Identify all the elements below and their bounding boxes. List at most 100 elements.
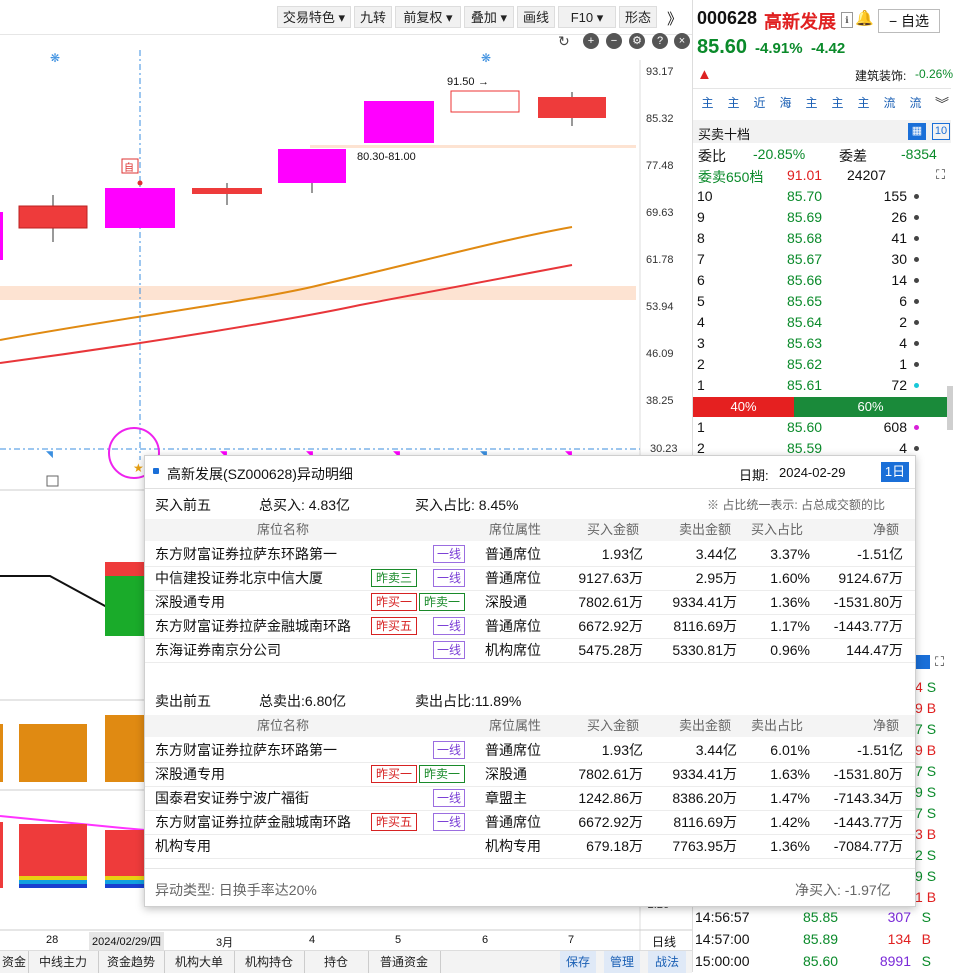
volume-bar — [19, 724, 87, 782]
seat-badge: 昨卖三 — [371, 569, 417, 587]
timeframe-label[interactable]: 日线 — [652, 933, 676, 950]
info-icon[interactable]: ℹ — [841, 12, 853, 28]
table-row[interactable]: 机构专用 机构专用 679.18万 7763.95万 1.36% -7084.77万 — [145, 834, 915, 859]
buy-amount: 679.18万 — [586, 838, 643, 854]
ticks-fullscreen-icon[interactable]: ⛶ — [935, 654, 944, 670]
zoom-in-icon[interactable]: + — [583, 33, 599, 49]
self-marker-dot — [137, 180, 143, 186]
close-icon[interactable]: × — [674, 33, 690, 49]
ask-row[interactable]: 6 85.66 14 — [697, 270, 937, 291]
ask-row[interactable]: 5 85.65 6 — [697, 291, 937, 312]
ask-row[interactable]: 1 85.61 72 — [697, 375, 937, 396]
table-row[interactable]: 东方财富证券拉萨东环路第一 普通席位 1.93亿 3.44亿 6.01% -1.51亿 一线 — [145, 738, 915, 763]
warning-icon[interactable]: ▲ — [697, 66, 713, 83]
table-row[interactable]: 深股通专用 深股通 7802.61万 9334.41万 1.63% -1531.80万 昨买… — [145, 762, 915, 787]
concept-tag[interactable]: 主 — [803, 95, 820, 112]
scrollbar-thumb[interactable] — [947, 386, 953, 430]
table-row[interactable]: 东方财富证券拉萨东环路第一 普通席位 1.93亿 3.44亿 3.37% -1.51亿 一线 — [145, 542, 915, 567]
chart-icon[interactable]: ▦ — [908, 123, 926, 140]
indicator-tab[interactable]: 普通资金 — [368, 951, 441, 973]
date-value[interactable]: 2024-02-29 — [779, 465, 846, 480]
concept-tag[interactable]: 主 — [829, 95, 846, 112]
add-watchlist-button[interactable]: − 自选 — [878, 9, 940, 33]
fullscreen-icon[interactable]: ⛶ — [936, 167, 945, 183]
price-adjust-button[interactable]: 前复权 ▾ — [395, 6, 461, 28]
table-row[interactable]: 东方财富证券拉萨金融城南环路 普通席位 6672.92万 8116.69万 1.42% -… — [145, 810, 915, 835]
x-axis-label-selected: 2024/02/29/四 — [89, 932, 165, 950]
ask-row[interactable]: 4 85.64 2 — [697, 312, 937, 333]
overlay-button[interactable]: 叠加 ▾ — [464, 6, 514, 28]
manage-button[interactable]: 管理 — [604, 951, 640, 973]
table-row[interactable]: 东海证券南京分公司 机构席位 5475.28万 5330.81万 0.96% 144.47… — [145, 638, 915, 663]
sell650-label: 委卖650档 — [698, 169, 764, 185]
seat-name: 深股通专用 — [155, 594, 225, 610]
concept-tag[interactable]: 海 — [777, 95, 794, 112]
indicator-tab[interactable]: 机构持仓 — [234, 951, 305, 973]
trading-features-button[interactable]: 交易特色 ▾ — [277, 6, 351, 28]
net-amount: -1531.80万 — [833, 594, 903, 610]
f10-button[interactable]: F10 ▾ — [558, 6, 616, 28]
total-buy: 总买入: 4.83亿 — [259, 497, 351, 513]
indicator-tab[interactable]: 持仓 — [304, 951, 369, 973]
refresh-icon[interactable]: ↻ — [558, 33, 570, 50]
seat-badge: 一线 — [433, 813, 465, 831]
concept-tag[interactable]: 主 — [725, 95, 742, 112]
concept-tag[interactable]: 近 — [751, 95, 768, 112]
indicator-bar — [105, 576, 145, 636]
bell-icon[interactable]: 🔔 — [855, 9, 874, 27]
indicator-tab[interactable]: 资金 — [0, 951, 29, 973]
volume-bar — [105, 715, 145, 782]
draw-line-button[interactable]: 画线 — [517, 6, 555, 28]
bid-row[interactable]: 1 85.60 608 — [697, 417, 937, 438]
table-row[interactable]: 东方财富证券拉萨金融城南环路 普通席位 6672.92万 8116.69万 1.17% -… — [145, 614, 915, 639]
concept-tag[interactable]: 流 — [881, 95, 898, 112]
table-row[interactable]: 深股通专用 深股通 7802.61万 9334.41万 1.36% -1531.80万 昨买… — [145, 590, 915, 615]
indicator-tab[interactable]: 资金趋势 — [98, 951, 165, 973]
seat-badge: 一线 — [433, 741, 465, 759]
star-icon: ★ — [133, 461, 144, 475]
ratio-value: 1.36% — [770, 838, 810, 854]
net-amount: -7084.77万 — [833, 838, 903, 854]
save-button[interactable]: 保存 — [560, 951, 596, 973]
seat-badge: 一线 — [433, 789, 465, 807]
strategy-button[interactable]: 战法 — [648, 951, 686, 973]
change-percent: -4.91% — [755, 40, 803, 57]
concept-tag[interactable]: 主 — [855, 95, 872, 112]
ask-row[interactable]: 10 85.70 155 — [697, 186, 937, 207]
concept-tag[interactable]: 主 — [699, 95, 716, 112]
expand-icon[interactable]: ︾ — [935, 94, 949, 114]
tick-row: 14:57:00 85.89 134 B — [695, 931, 931, 947]
ticks-chart-icon[interactable] — [916, 655, 930, 669]
table-row[interactable]: 中信建投证券北京中信大厦 普通席位 9127.63万 2.95万 1.60% 9124.6… — [145, 566, 915, 591]
level-count-button[interactable]: 10 — [932, 123, 950, 140]
chart-toolbar: 交易特色 ▾ 九转 前复权 ▾ 叠加 ▾ 画线 F10 ▾ 形态 》 — [0, 0, 692, 35]
ask-row[interactable]: 3 85.63 4 — [697, 333, 937, 354]
ask-row[interactable]: 9 85.69 26 — [697, 207, 937, 228]
shape-button[interactable]: 形态 — [619, 6, 657, 28]
ask-row[interactable]: 8 85.68 41 — [697, 228, 937, 249]
seat-badge: 昨买五 — [371, 813, 417, 831]
more-icon[interactable]: 》 — [667, 8, 682, 29]
table-row[interactable]: 国泰君安证券宁波广福街 章盟主 1242.86万 8386.20万 1.47% -7143… — [145, 786, 915, 811]
indicator-tab[interactable]: 中线主力 — [28, 951, 99, 973]
ask-row[interactable]: 7 85.67 30 — [697, 249, 937, 270]
seat-name: 东方财富证券拉萨东环路第一 — [155, 546, 337, 562]
price-axis-label: 61.78 — [646, 254, 674, 266]
zoom-out-icon[interactable]: − — [606, 33, 622, 49]
col-header: 买入占比 — [751, 522, 804, 537]
help-icon[interactable]: ? — [652, 33, 668, 49]
settings-icon[interactable]: ⚙ — [629, 33, 645, 49]
calendar-icon — [46, 475, 59, 487]
seat-attr: 普通席位 — [485, 546, 541, 562]
ratio-value: 1.17% — [770, 618, 810, 634]
seat-badge: 一线 — [433, 569, 465, 587]
period-button[interactable]: 1日 — [881, 462, 909, 482]
concept-tag[interactable]: 流 — [907, 95, 924, 112]
ask-row[interactable]: 2 85.62 1 — [697, 354, 937, 375]
buy-amount: 1.93亿 — [601, 742, 643, 758]
indicator-tab[interactable]: 机构大单 — [164, 951, 235, 973]
industry-change: -0.26% — [915, 67, 954, 81]
jiuzhuan-button[interactable]: 九转 — [354, 6, 392, 28]
seat-name: 东方财富证券拉萨金融城南环路 — [155, 618, 351, 634]
industry-label: 建筑装饰: — [855, 69, 907, 83]
